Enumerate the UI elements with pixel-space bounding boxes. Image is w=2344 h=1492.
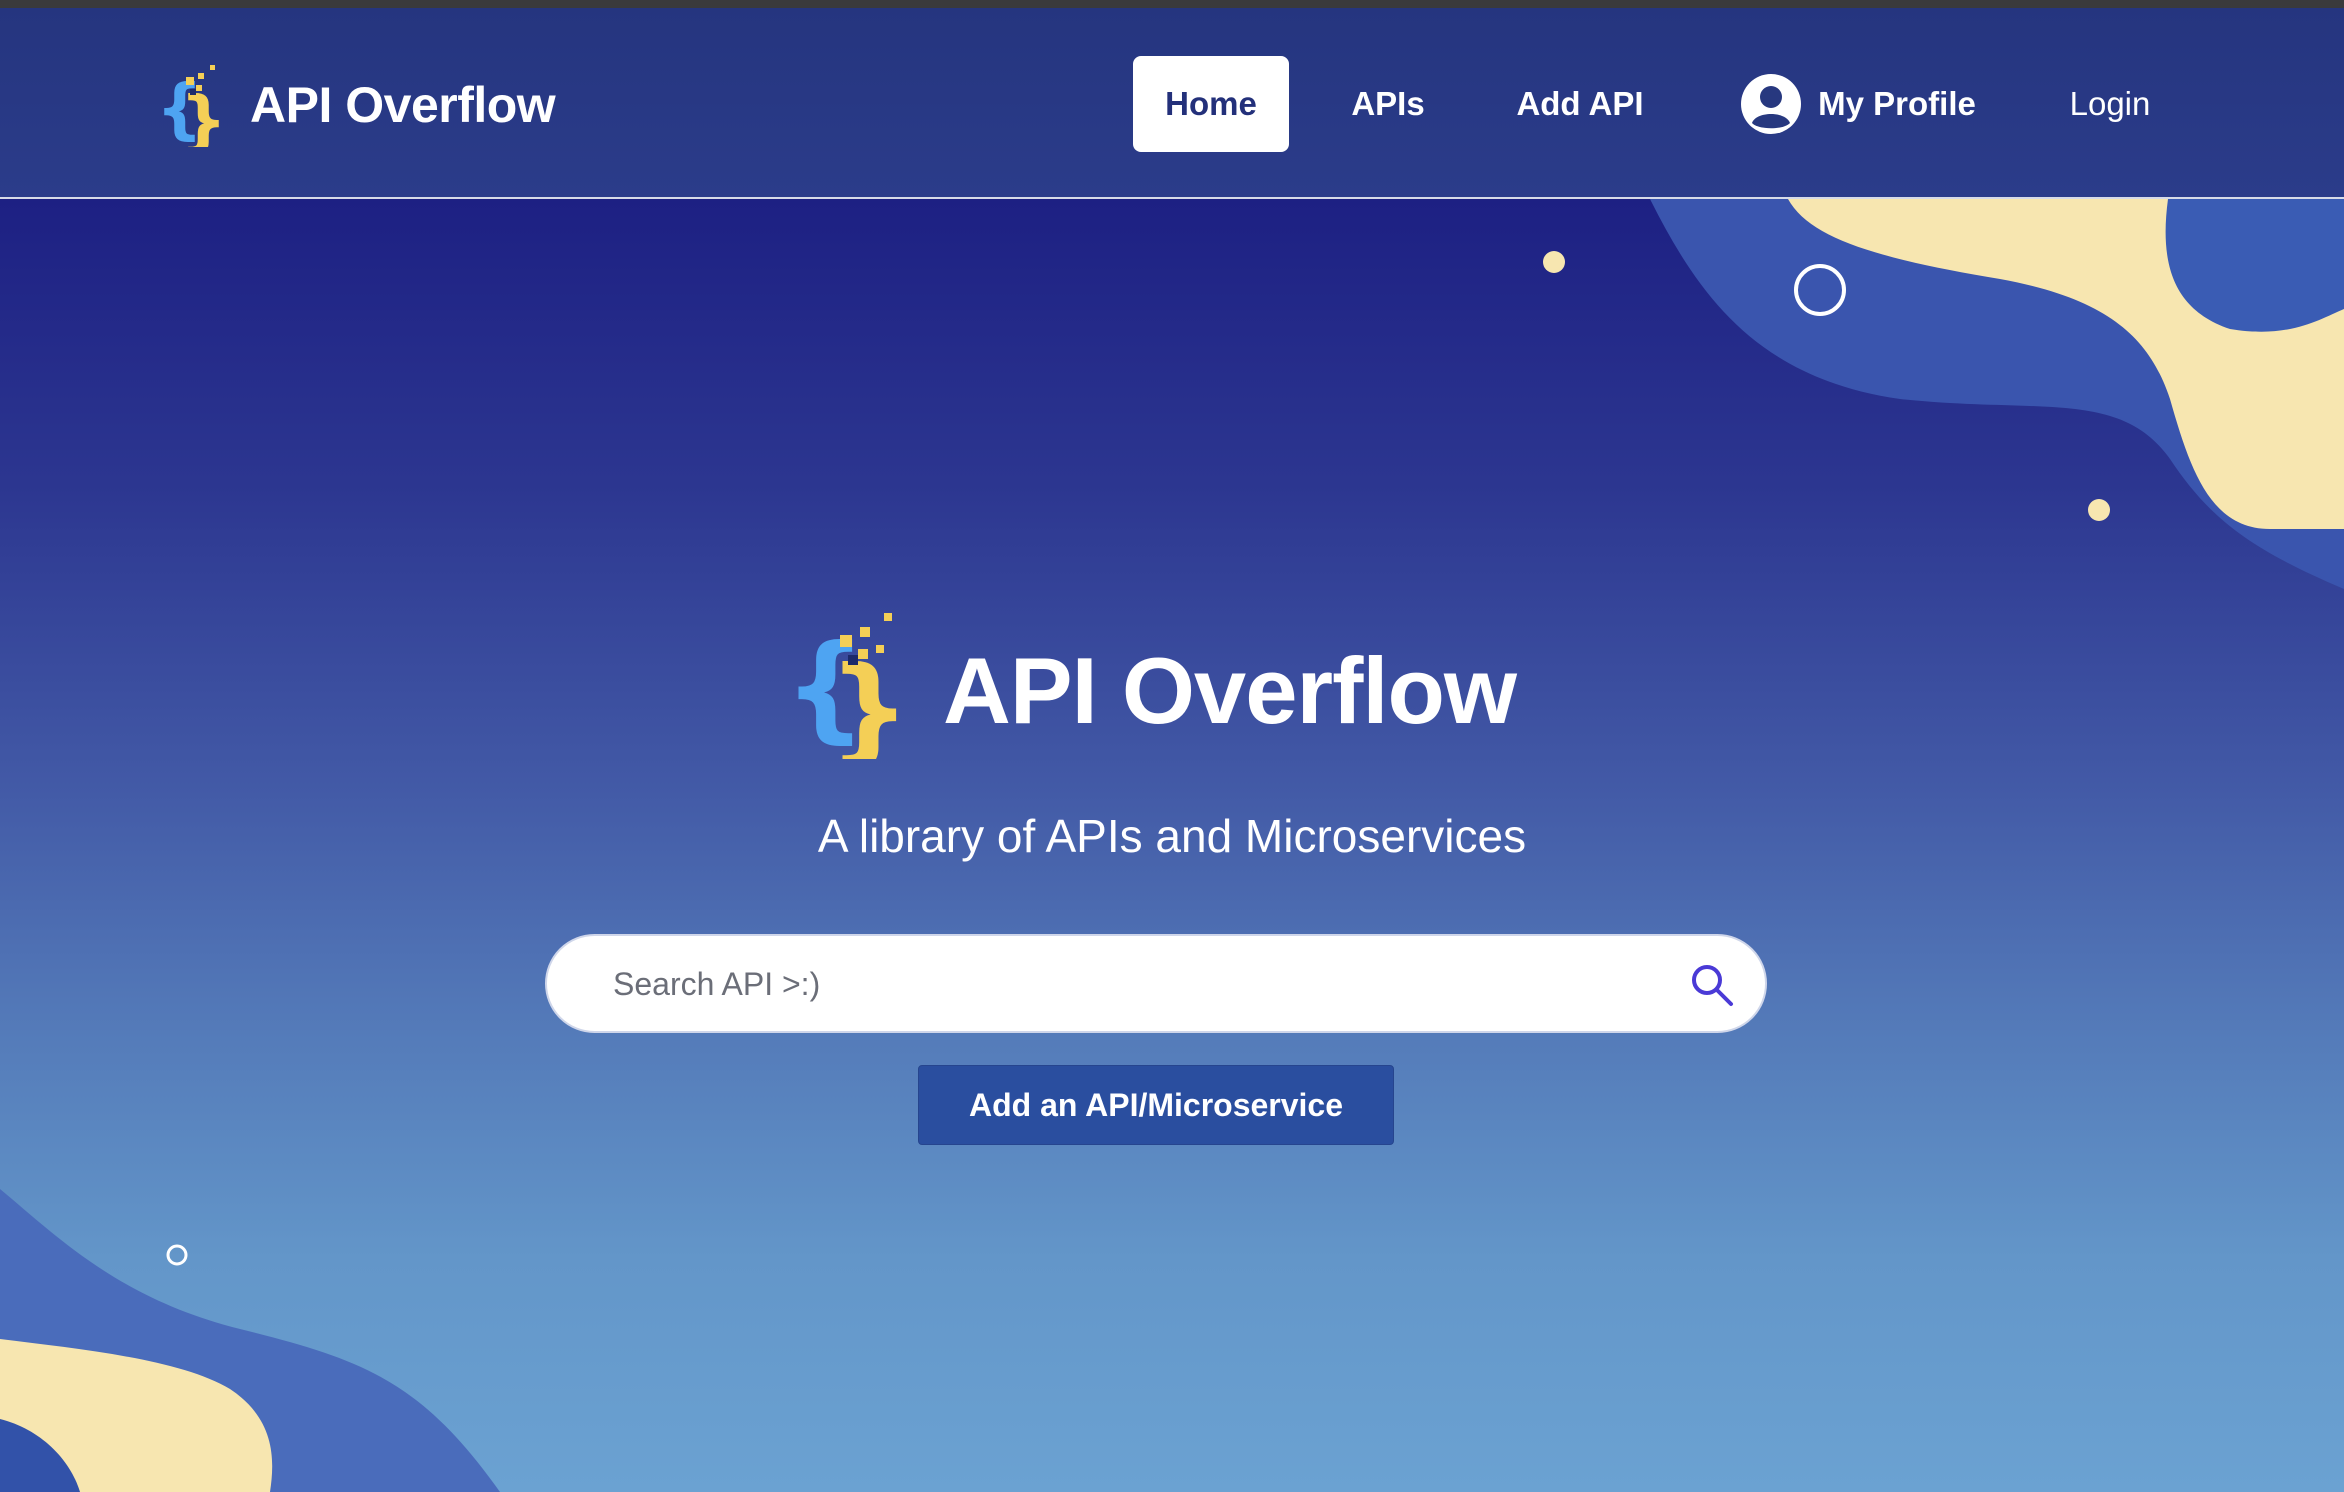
user-circle-icon	[1741, 74, 1802, 134]
nav-login-label: Login	[2069, 85, 2151, 122]
decor-ring	[166, 1244, 188, 1266]
search-input[interactable]	[611, 936, 1615, 1033]
nav-apis-label: APIs	[1351, 85, 1425, 122]
svg-text:}: }	[180, 82, 227, 147]
curly-braces-logo-icon: { }	[788, 613, 911, 759]
hero-tagline: A library of APIs and Microservices	[817, 810, 1527, 862]
hero-title: API Overflow	[943, 638, 1517, 743]
nav-add-api-label: Add API	[1516, 85, 1644, 122]
nav-home[interactable]: Home	[1133, 56, 1289, 152]
nav-apis[interactable]: APIs	[1328, 56, 1448, 152]
nav-home-label: Home	[1165, 85, 1257, 122]
svg-text:}: }	[828, 642, 911, 759]
navbar-brand[interactable]: { } API Overflow	[158, 60, 556, 150]
nav-login[interactable]: Login	[2050, 56, 2170, 152]
decor-dot	[2088, 499, 2110, 521]
nav-my-profile-label: My Profile	[1818, 85, 1976, 122]
nav-my-profile[interactable]: My Profile	[1738, 56, 1978, 152]
decor-dot	[1543, 251, 1565, 273]
add-api-microservice-button[interactable]: Add an API/Microservice	[918, 1065, 1394, 1145]
hero-logo: { } API Overflow	[788, 609, 1548, 759]
search-bar	[545, 934, 1767, 1033]
curly-braces-logo-icon: { }	[158, 65, 227, 147]
hero-section: { } API Overflow A library of APIs and M…	[0, 199, 2344, 1492]
navbar: { } API Overflow Home APIs Add API My Pr…	[0, 8, 2344, 199]
add-api-microservice-label: Add an API/Microservice	[968, 1086, 1344, 1123]
nav-add-api[interactable]: Add API	[1502, 56, 1658, 152]
window-top-strip	[0, 0, 2344, 8]
magnifier-icon[interactable]	[1689, 962, 1735, 1008]
brand-name: API Overflow	[250, 77, 556, 133]
